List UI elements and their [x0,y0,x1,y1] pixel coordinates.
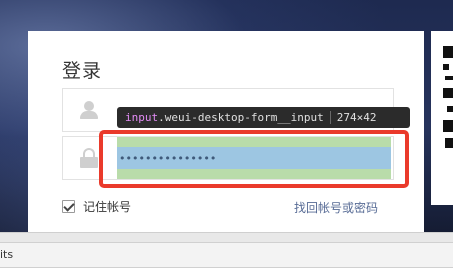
devtools-panel [0,268,453,275]
inspector-class: .weui-desktop-form__input [158,111,324,124]
forgot-account-link[interactable]: 找回帐号或密码 [294,199,378,216]
lock-icon [79,148,99,168]
user-icon [79,100,99,120]
devtools-tabbar: its [0,242,453,268]
devtools-tab-label[interactable]: its [0,248,13,261]
login-title: 登录 [62,60,103,82]
remember-checkbox[interactable] [62,200,75,213]
inspector-tooltip: input .weui-desktop-form__input 274×42 [117,107,410,128]
inspector-tag: input [125,111,159,124]
remember-account[interactable]: 记住帐号 [62,198,131,215]
inspector-size: 274×42 [336,111,377,124]
devtools-resize-strip[interactable] [0,232,453,242]
annotation-red-box [99,130,409,188]
remember-label: 记住帐号 [83,200,132,214]
tooltip-divider [329,111,331,124]
qr-code-icon [443,46,453,156]
